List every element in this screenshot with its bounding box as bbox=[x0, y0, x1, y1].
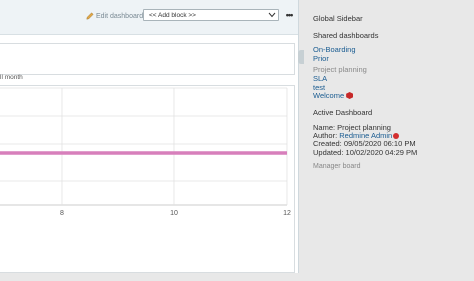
more-options-button[interactable]: ••• bbox=[283, 9, 295, 21]
sidebar-item-prior[interactable]: Prior bbox=[313, 54, 329, 63]
dashboard-created: Created: 09/05/2020 06:10 PM bbox=[313, 139, 416, 148]
add-block-select[interactable]: << Add block >> bbox=[143, 9, 279, 21]
chevron-down-icon bbox=[268, 10, 276, 20]
x-tick-label: 10 bbox=[170, 210, 178, 217]
sidebar-item-on-boarding[interactable]: On-Boarding bbox=[313, 45, 356, 54]
dashboard-main: Edit dashboard << Add block >> ••• ll mo… bbox=[0, 0, 299, 273]
sidebar-item-welcome-label: Welcome bbox=[313, 91, 345, 100]
system-dashboard-icon bbox=[346, 92, 354, 99]
sidebar-title: Global Sidebar bbox=[313, 14, 363, 23]
x-tick-label: 12 bbox=[283, 210, 291, 217]
sidebar-item-sla[interactable]: SLA bbox=[313, 74, 327, 83]
add-block-value: << Add block >> bbox=[149, 11, 196, 19]
dashboard-toolbar: Edit dashboard << Add block >> ••• bbox=[0, 0, 298, 35]
edit-dashboard-label: Edit dashboard bbox=[96, 12, 144, 20]
shared-dashboards-heading: Shared dashboards bbox=[313, 31, 379, 40]
global-sidebar: Global Sidebar Shared dashboards On-Boar… bbox=[304, 0, 474, 281]
edit-dashboard-link[interactable]: Edit dashboard bbox=[86, 11, 143, 21]
dashboard-block-top bbox=[0, 43, 295, 75]
dashboard-updated: Updated: 10/02/2020 04:29 PM bbox=[313, 148, 418, 157]
x-tick-label: 8 bbox=[60, 210, 64, 217]
line-chart: 8 10 12 bbox=[0, 87, 291, 217]
active-dashboard-heading: Active Dashboard bbox=[313, 108, 373, 117]
manager-board-label: Manager board bbox=[313, 163, 361, 170]
project-planning-heading: Project planning bbox=[313, 65, 367, 74]
sidebar-item-welcome[interactable]: Welcome bbox=[313, 91, 354, 100]
pencil-icon bbox=[86, 12, 94, 20]
month-label: ll month bbox=[0, 74, 23, 81]
